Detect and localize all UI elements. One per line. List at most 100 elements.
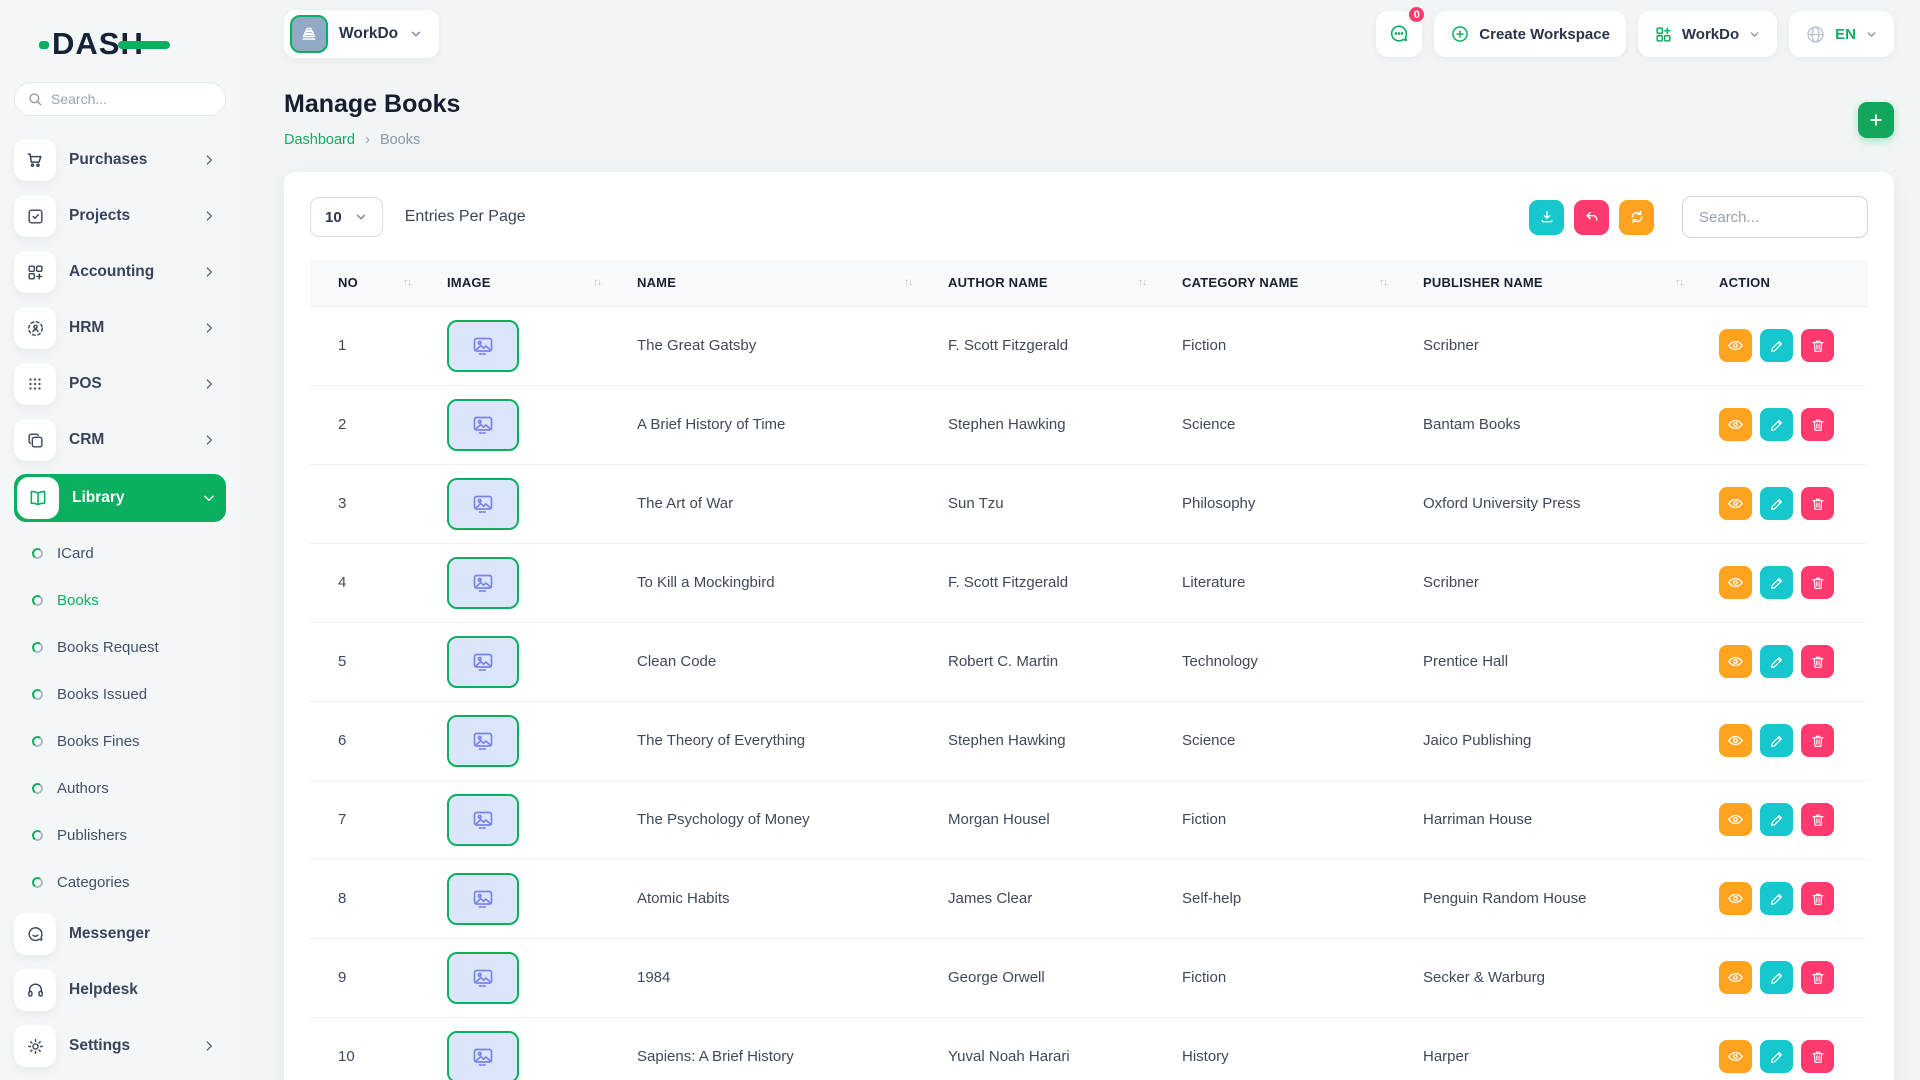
delete-button[interactable] xyxy=(1801,408,1834,441)
sidebar-item-accounting[interactable]: Accounting xyxy=(14,250,226,294)
book-image-placeholder xyxy=(447,557,519,609)
cell-category: Technology xyxy=(1154,622,1395,701)
cell-publisher: Scribner xyxy=(1395,543,1691,622)
sidebar-item-purchases[interactable]: Purchases xyxy=(14,138,226,182)
chevron-right-icon xyxy=(202,1039,216,1053)
page-title: Manage Books xyxy=(284,90,460,119)
refresh-button[interactable] xyxy=(1619,200,1654,235)
cell-action xyxy=(1691,1017,1868,1080)
sidebar-item-crm[interactable]: CRM xyxy=(14,418,226,462)
column-header-image[interactable]: IMAGE↑↓ xyxy=(419,260,609,306)
edit-button[interactable] xyxy=(1760,961,1793,994)
delete-button[interactable] xyxy=(1801,961,1834,994)
edit-button[interactable] xyxy=(1760,1040,1793,1073)
edit-button[interactable] xyxy=(1760,803,1793,836)
sidebar-subitem-books-request[interactable]: Books Request xyxy=(14,630,226,664)
sidebar-item-library[interactable]: Library xyxy=(14,474,226,522)
edit-button[interactable] xyxy=(1760,408,1793,441)
edit-button[interactable] xyxy=(1760,329,1793,362)
export-button[interactable] xyxy=(1529,200,1564,235)
view-button[interactable] xyxy=(1719,803,1752,836)
cell-image xyxy=(419,385,609,464)
view-button[interactable] xyxy=(1719,566,1752,599)
column-header-publisher[interactable]: PUBLISHER NAME↑↓ xyxy=(1395,260,1691,306)
workspace-selector[interactable]: WorkDo xyxy=(284,10,439,58)
cell-no: 4 xyxy=(310,543,419,622)
sidebar-search-input[interactable] xyxy=(51,91,213,107)
sidebar-item-messenger[interactable]: Messenger xyxy=(14,912,226,956)
grid-plus-icon xyxy=(14,251,56,293)
cell-category: Fiction xyxy=(1154,938,1395,1017)
trash-icon xyxy=(1810,338,1826,354)
delete-button[interactable] xyxy=(1801,724,1834,757)
cell-action xyxy=(1691,385,1868,464)
edit-button[interactable] xyxy=(1760,487,1793,520)
book-image-placeholder xyxy=(447,715,519,767)
sidebar-subitem-books-fines[interactable]: Books Fines xyxy=(14,724,226,758)
entries-per-page-select[interactable]: 10 xyxy=(310,197,383,237)
sidebar-subitem-authors[interactable]: Authors xyxy=(14,771,226,805)
delete-button[interactable] xyxy=(1801,882,1834,915)
entries-per-page-label: Entries Per Page xyxy=(405,208,526,226)
pencil-icon xyxy=(1769,575,1785,591)
sidebar-item-helpdesk[interactable]: Helpdesk xyxy=(14,968,226,1012)
cell-no: 2 xyxy=(310,385,419,464)
cell-category: Science xyxy=(1154,385,1395,464)
book-image-placeholder xyxy=(447,1031,519,1080)
delete-button[interactable] xyxy=(1801,566,1834,599)
book-image-placeholder xyxy=(447,952,519,1004)
table-search-input[interactable] xyxy=(1682,196,1868,238)
pencil-icon xyxy=(1769,338,1785,354)
edit-button[interactable] xyxy=(1760,566,1793,599)
language-dropdown[interactable]: EN xyxy=(1789,11,1894,57)
column-header-no[interactable]: NO↑↓ xyxy=(310,260,419,306)
edit-button[interactable] xyxy=(1760,724,1793,757)
sidebar-item-settings[interactable]: Settings xyxy=(14,1024,226,1068)
delete-button[interactable] xyxy=(1801,329,1834,362)
app-logo[interactable]: DASH xyxy=(52,26,144,62)
sidebar-subitem-categories[interactable]: Categories xyxy=(14,865,226,899)
sidebar-item-pos[interactable]: POS xyxy=(14,362,226,406)
view-button[interactable] xyxy=(1719,961,1752,994)
sidebar-item-projects[interactable]: Projects xyxy=(14,194,226,238)
messages-button[interactable]: 0 xyxy=(1376,11,1422,57)
view-button[interactable] xyxy=(1719,882,1752,915)
add-book-button[interactable] xyxy=(1858,102,1894,138)
chevron-down-icon xyxy=(1865,28,1878,41)
delete-button[interactable] xyxy=(1801,487,1834,520)
workspace-dropdown[interactable]: WorkDo xyxy=(1638,11,1777,57)
edit-button[interactable] xyxy=(1760,645,1793,678)
cell-image xyxy=(419,859,609,938)
sidebar-subitem-icard[interactable]: ICard xyxy=(14,536,226,570)
view-button[interactable] xyxy=(1719,329,1752,362)
view-button[interactable] xyxy=(1719,724,1752,757)
view-button[interactable] xyxy=(1719,645,1752,678)
table-row: 6 The Theory of Everything Stephen Hawki… xyxy=(310,701,1868,780)
column-header-category[interactable]: CATEGORY NAME↑↓ xyxy=(1154,260,1395,306)
cell-author: George Orwell xyxy=(920,938,1154,1017)
column-header-name[interactable]: NAME↑↓ xyxy=(609,260,920,306)
trash-icon xyxy=(1810,496,1826,512)
delete-button[interactable] xyxy=(1801,803,1834,836)
grid-plus-icon xyxy=(1654,25,1673,44)
delete-button[interactable] xyxy=(1801,1040,1834,1073)
reset-button[interactable] xyxy=(1574,200,1609,235)
sidebar-subitem-books-issued[interactable]: Books Issued xyxy=(14,677,226,711)
sidebar-subitem-publishers[interactable]: Publishers xyxy=(14,818,226,852)
topbar: WorkDo 0 Create Workspace WorkDo xyxy=(284,10,1894,58)
delete-button[interactable] xyxy=(1801,645,1834,678)
view-button[interactable] xyxy=(1719,1040,1752,1073)
cell-action xyxy=(1691,780,1868,859)
cell-name: The Art of War xyxy=(609,464,920,543)
breadcrumb-dashboard-link[interactable]: Dashboard xyxy=(284,132,355,148)
edit-button[interactable] xyxy=(1760,882,1793,915)
sidebar-item-hrm[interactable]: HRM xyxy=(14,306,226,350)
sidebar-subitem-books[interactable]: Books xyxy=(14,583,226,617)
create-workspace-button[interactable]: Create Workspace xyxy=(1434,11,1626,57)
circle-bullet-icon xyxy=(31,876,44,889)
view-button[interactable] xyxy=(1719,408,1752,441)
cell-author: F. Scott Fitzgerald xyxy=(920,306,1154,385)
view-button[interactable] xyxy=(1719,487,1752,520)
book-image-placeholder xyxy=(447,873,519,925)
column-header-author[interactable]: AUTHOR NAME↑↓ xyxy=(920,260,1154,306)
